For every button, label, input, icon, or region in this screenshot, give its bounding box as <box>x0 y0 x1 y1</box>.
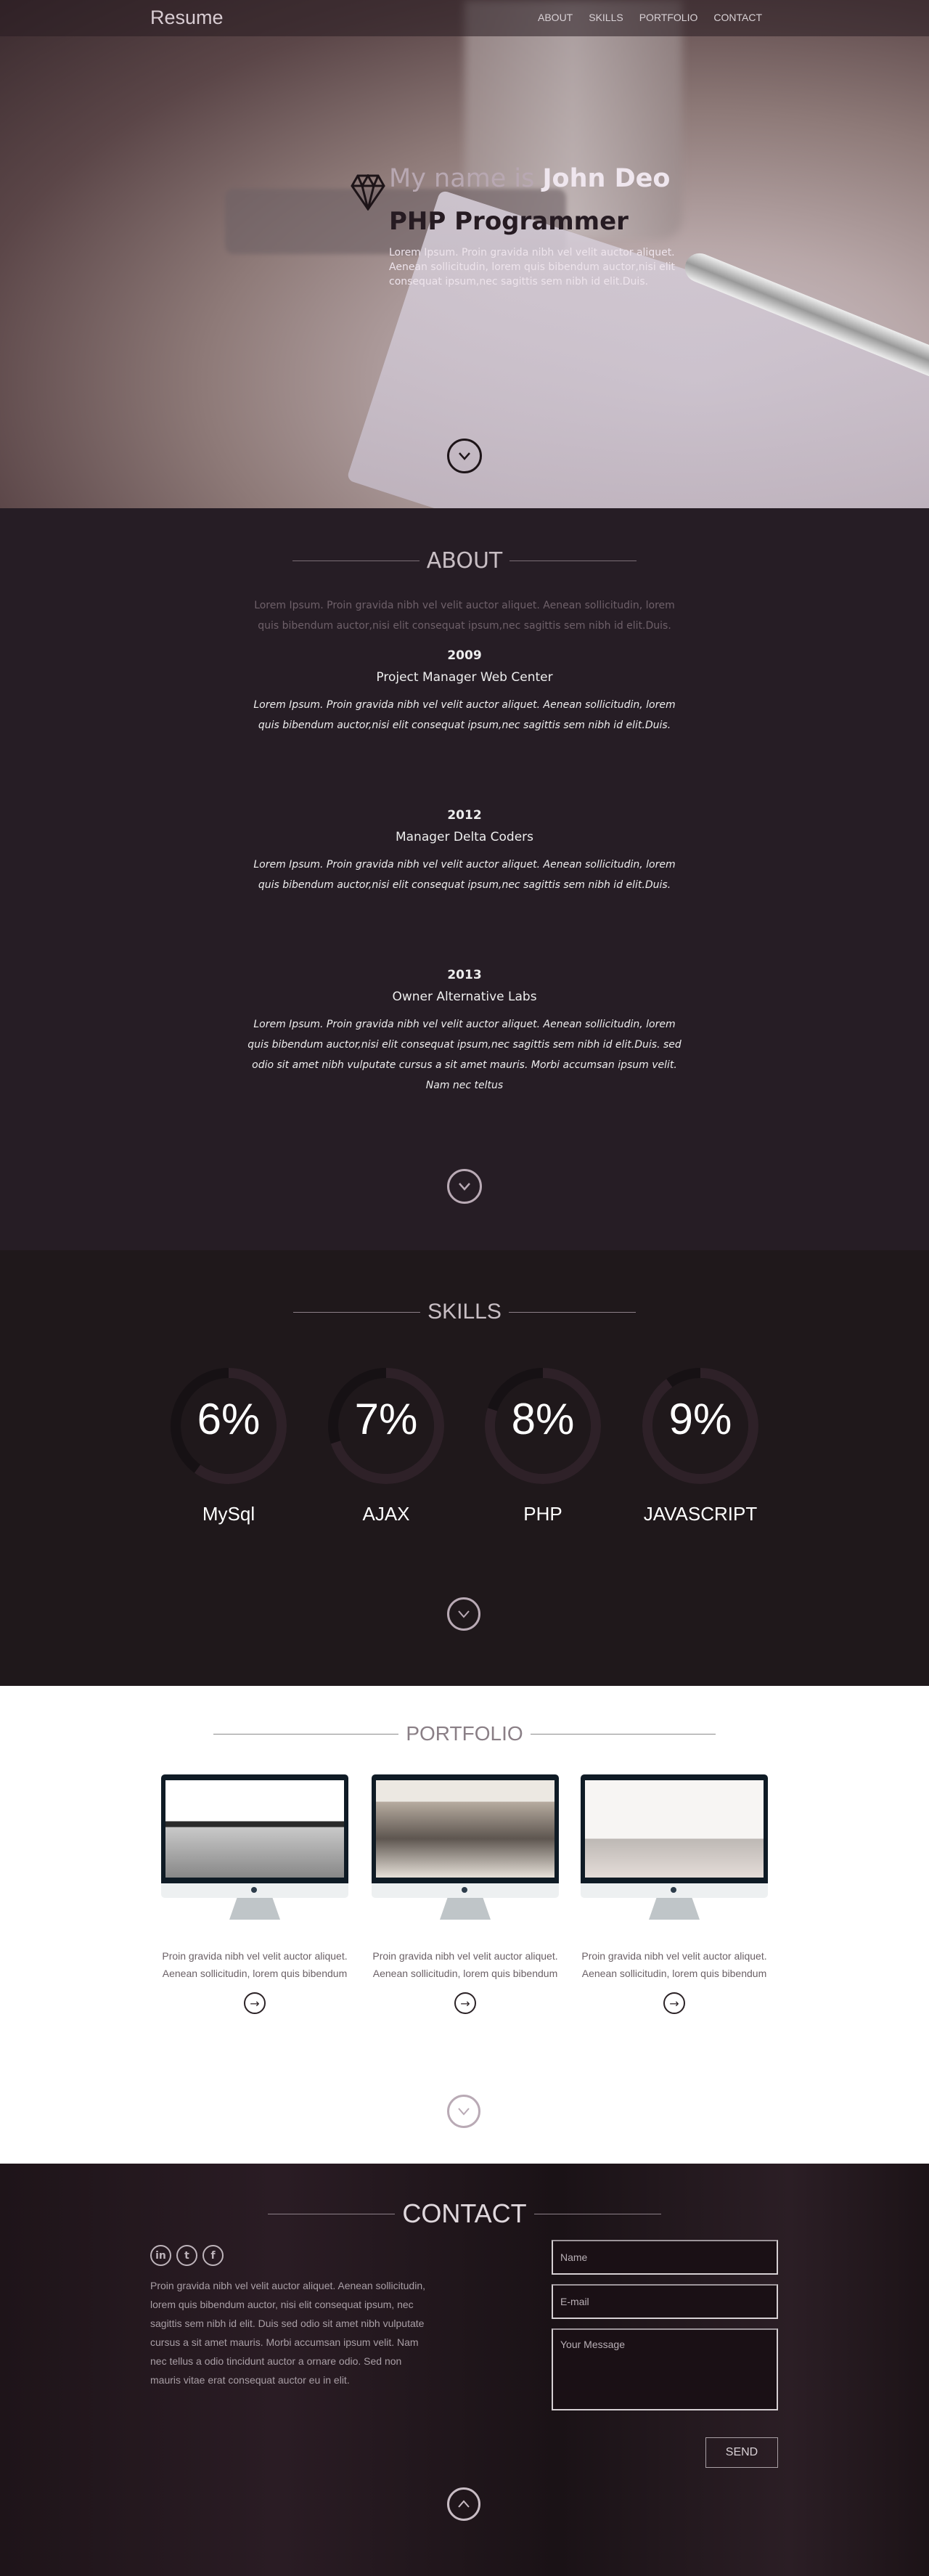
divider <box>530 1733 716 1735</box>
skill-percent: 6% <box>197 1395 261 1443</box>
skill-percent: 9% <box>668 1395 732 1443</box>
skill-item: 7% AJAX <box>321 1365 451 1525</box>
brand-logo[interactable]: Resume <box>150 7 224 29</box>
break-site-screenshot <box>376 1780 554 1878</box>
contact-heading: CONTACT <box>402 2198 527 2228</box>
twitter-icon[interactable]: t <box>176 2245 197 2266</box>
portfolio-item: Proin gravida nibh vel velit auctor aliq… <box>161 1774 348 2014</box>
timeline-item: 2009 Project Manager Web Center Lorem Ip… <box>247 648 682 735</box>
job-role: Owner Alternative Labs <box>392 990 537 1004</box>
chevron-down-icon <box>459 452 470 460</box>
hero-description: Lorem Ipsum. Proin gravida nibh vel veli… <box>389 247 676 288</box>
job-description: Lorem Ipsum. Proin gravida nibh vel veli… <box>253 859 676 891</box>
top-nav: Resume ABOUT SKILLS PORTFOLIO CONTACT <box>0 0 929 36</box>
job-role: Project Manager Web Center <box>376 670 553 685</box>
architecture-site-screenshot <box>165 1780 344 1878</box>
arrow-right-icon[interactable]: → <box>454 1992 476 2014</box>
job-year: 2009 <box>447 648 482 663</box>
arrow-right-icon[interactable]: → <box>663 1992 685 2014</box>
divider <box>213 1733 399 1735</box>
skills-section: SKILLS 6% MySql 7% AJAX 8% PHP 9% JAVASC… <box>0 1250 929 1686</box>
arrow-right-icon[interactable]: → <box>244 1992 266 2014</box>
divider <box>293 1311 421 1313</box>
scroll-down-button[interactable] <box>447 439 482 473</box>
bright-site-screenshot <box>585 1780 764 1878</box>
portfolio-description: Proin gravida nibh vel velit auctor aliq… <box>162 1950 348 1979</box>
name-input[interactable] <box>552 2240 778 2275</box>
skill-name: PHP <box>523 1503 562 1525</box>
divider <box>508 1311 636 1313</box>
scroll-down-button[interactable] <box>447 2095 480 2128</box>
scroll-down-button[interactable] <box>447 1597 480 1631</box>
hero-name: My name is John Deo <box>389 164 670 193</box>
hero-intro: My name is <box>389 164 543 193</box>
about-intro: Lorem Ipsum. Proin gravida nibh vel veli… <box>254 600 675 632</box>
nav-link-portfolio[interactable]: PORTFOLIO <box>639 12 698 23</box>
scroll-top-button[interactable] <box>447 2487 480 2521</box>
message-textarea[interactable] <box>552 2328 778 2410</box>
hero-role: PHP Programmer <box>389 207 629 236</box>
email-input[interactable] <box>552 2284 778 2319</box>
job-description: Lorem Ipsum. Proin gravida nibh vel veli… <box>253 699 676 731</box>
skill-item: 6% MySql <box>163 1365 294 1525</box>
job-role: Manager Delta Coders <box>395 830 534 844</box>
facebook-icon[interactable]: f <box>202 2245 224 2266</box>
job-year: 2012 <box>447 808 482 823</box>
skill-name: AJAX <box>362 1503 410 1525</box>
about-title: ABOUT <box>0 548 929 574</box>
chevron-up-icon <box>458 2500 470 2508</box>
portfolio-description: Proin gravida nibh vel velit auctor aliq… <box>372 1950 558 1979</box>
portfolio-item: Proin gravida nibh vel velit auctor aliq… <box>372 1774 559 2014</box>
timeline-item: 2013 Owner Alternative Labs Lorem Ipsum.… <box>247 968 682 1096</box>
linkedin-icon[interactable]: in <box>150 2245 171 2266</box>
scroll-down-button[interactable] <box>447 1169 482 1204</box>
nav-link-about[interactable]: ABOUT <box>538 12 573 23</box>
skill-percent: 7% <box>354 1395 418 1443</box>
skill-percent: 8% <box>511 1395 575 1443</box>
chevron-down-icon <box>459 1183 470 1191</box>
chevron-down-icon <box>458 1610 470 1618</box>
skills-heading: SKILLS <box>427 1300 502 1324</box>
nav-link-skills[interactable]: SKILLS <box>589 12 623 23</box>
monitor-thumbnail[interactable] <box>161 1774 348 1920</box>
portfolio-section: PORTFOLIO Proin gravida nibh vel velit a… <box>0 1686 929 2164</box>
chevron-down-icon <box>458 2108 470 2116</box>
portfolio-description: Proin gravida nibh vel velit auctor aliq… <box>581 1950 767 1979</box>
contact-section: CONTACT in t f Proin gravida nibh vel ve… <box>0 2164 929 2576</box>
monitor-thumbnail[interactable] <box>581 1774 768 1920</box>
skill-name: MySql <box>202 1503 255 1525</box>
portfolio-heading: PORTFOLIO <box>406 1722 523 1745</box>
send-button[interactable]: SEND <box>705 2437 778 2468</box>
skill-item: 9% JAVASCRIPT <box>635 1365 766 1525</box>
skills-title: SKILLS <box>0 1300 929 1324</box>
hero-name-highlight: John Deo <box>542 164 671 193</box>
portfolio-item: Proin gravida nibh vel velit auctor aliq… <box>581 1774 768 2014</box>
job-year: 2013 <box>447 968 482 982</box>
contact-text: Proin gravida nibh vel velit auctor aliq… <box>150 2280 426 2386</box>
hero-section: Resume ABOUT SKILLS PORTFOLIO CONTACT My… <box>0 0 929 508</box>
timeline-item: 2012 Manager Delta Coders Lorem Ipsum. P… <box>247 808 682 895</box>
about-heading: ABOUT <box>426 548 503 574</box>
about-section: ABOUT Lorem Ipsum. Proin gravida nibh ve… <box>0 508 929 1250</box>
job-description: Lorem Ipsum. Proin gravida nibh vel veli… <box>247 1019 682 1091</box>
skill-item: 8% PHP <box>478 1365 608 1525</box>
monitor-thumbnail[interactable] <box>372 1774 559 1920</box>
diamond-icon <box>351 174 385 211</box>
portfolio-title: PORTFOLIO <box>0 1722 929 1745</box>
nav-link-contact[interactable]: CONTACT <box>713 12 762 23</box>
contact-title: CONTACT <box>0 2198 929 2229</box>
skill-name: JAVASCRIPT <box>643 1503 758 1525</box>
social-links: in t f <box>150 2245 224 2266</box>
